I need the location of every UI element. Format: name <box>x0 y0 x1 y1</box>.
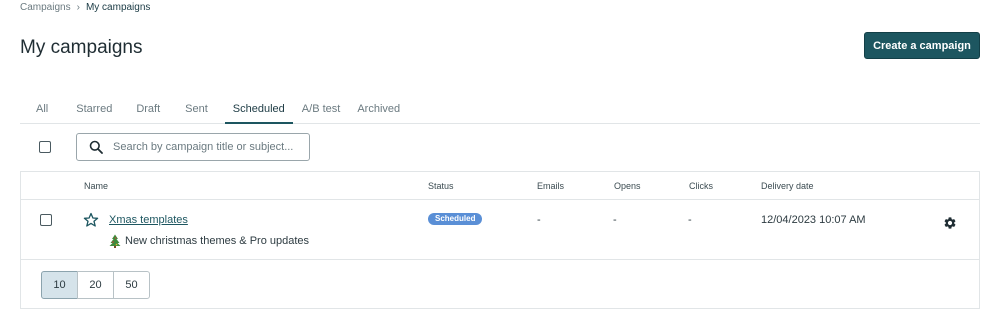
table-header: Name Status Emails Opens Clicks Delivery… <box>21 172 979 200</box>
page-size-50-button[interactable]: 50 <box>113 271 150 299</box>
gear-icon[interactable] <box>943 216 957 230</box>
column-header-opens[interactable]: Opens <box>614 172 641 200</box>
column-header-clicks[interactable]: Clicks <box>689 172 713 200</box>
create-campaign-button[interactable]: Create a campaign <box>864 32 980 59</box>
search-icon <box>89 140 103 154</box>
delivery-date-value: 12/04/2023 10:07 AM <box>761 214 866 226</box>
tab-ab-test[interactable]: A/B test <box>294 95 349 123</box>
emails-value: - <box>537 214 541 226</box>
tab-all[interactable]: All <box>20 95 56 123</box>
page-size-20-button[interactable]: 20 <box>77 271 114 299</box>
tab-archived[interactable]: Archived <box>349 95 408 123</box>
breadcrumb-current: My campaigns <box>85 2 151 13</box>
campaign-title-link[interactable]: Xmas templates <box>109 214 188 226</box>
clicks-value: - <box>688 214 692 226</box>
tab-starred[interactable]: Starred <box>68 95 120 123</box>
campaign-subject-text: New christmas themes & Pro updates <box>125 235 310 247</box>
chevron-right-icon: › <box>76 2 80 13</box>
column-header-status[interactable]: Status <box>428 172 454 200</box>
table-row: Xmas templates New christmas themes & Pr… <box>21 201 979 260</box>
campaign-subject: New christmas themes & Pro updates <box>109 234 309 248</box>
row-checkbox[interactable] <box>40 214 52 226</box>
column-header-delivery-date[interactable]: Delivery date <box>761 172 814 200</box>
tab-bar: All Starred Draft Sent Scheduled A/B tes… <box>20 95 980 124</box>
opens-value: - <box>613 214 617 226</box>
select-all-checkbox[interactable] <box>39 141 51 153</box>
page-size-selector: 10 20 50 <box>41 271 150 299</box>
breadcrumb-campaigns-link[interactable]: Campaigns <box>20 2 71 13</box>
status-badge: Scheduled <box>428 213 483 225</box>
tab-scheduled[interactable]: Scheduled <box>224 95 293 124</box>
christmas-tree-icon <box>109 234 121 248</box>
star-icon[interactable] <box>83 212 99 228</box>
search-box <box>76 133 310 161</box>
tab-draft[interactable]: Draft <box>128 95 168 123</box>
tab-sent[interactable]: Sent <box>177 95 216 123</box>
column-header-name[interactable]: Name <box>84 172 108 200</box>
breadcrumb: Campaigns › My campaigns <box>20 2 150 13</box>
column-header-emails[interactable]: Emails <box>537 172 564 200</box>
page-size-10-button[interactable]: 10 <box>41 271 78 299</box>
page-title: My campaigns <box>20 37 143 58</box>
search-input[interactable] <box>113 141 303 153</box>
campaigns-table: Name Status Emails Opens Clicks Delivery… <box>20 171 980 309</box>
